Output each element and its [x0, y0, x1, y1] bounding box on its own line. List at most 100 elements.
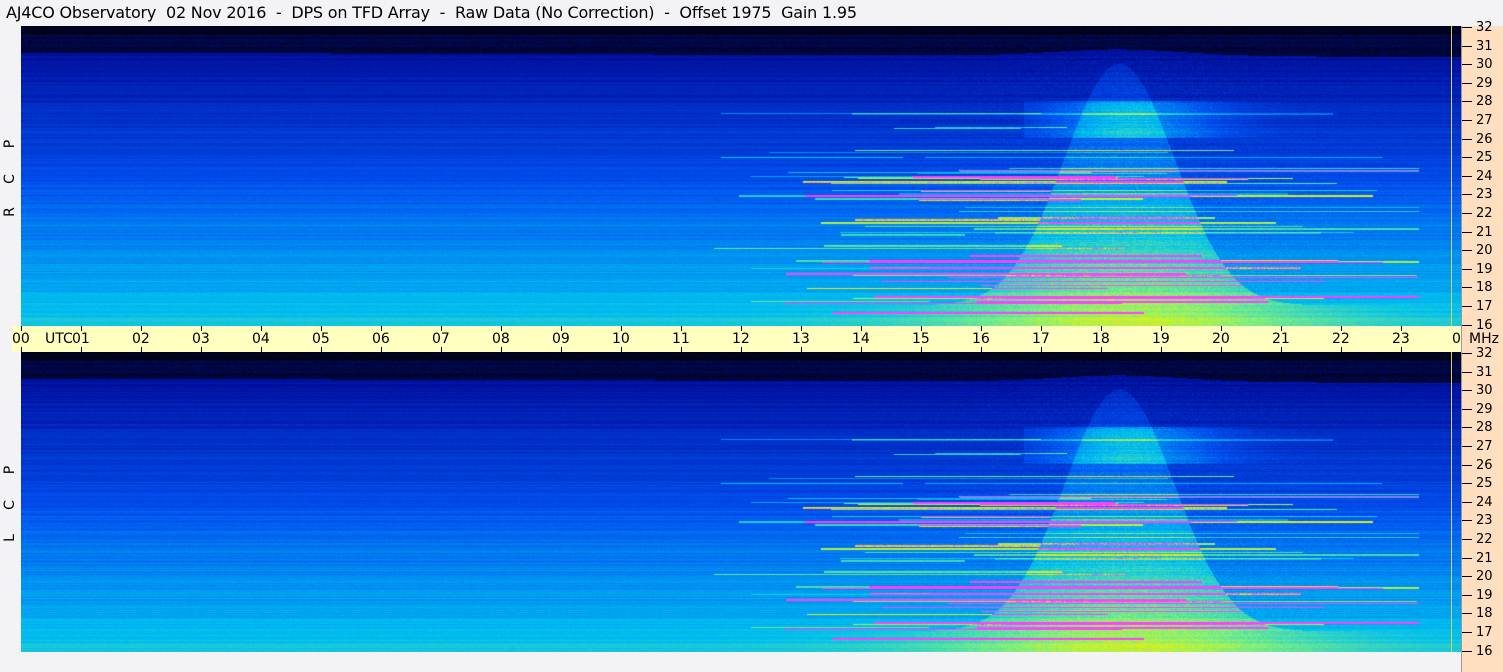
freq-tick-mark	[1462, 632, 1472, 633]
time-tick-mark	[861, 347, 862, 352]
freq-tick-label: 20	[1476, 569, 1493, 585]
freq-tick-label: 25	[1476, 150, 1493, 166]
time-tick-label: 03	[192, 331, 210, 347]
frequency-axis: 32 31 30 29 28 27 26 25 24 23 22 21 20 19 18 17 16 32 31 30…	[1461, 21, 1503, 672]
time-tick-label: 04	[252, 331, 270, 347]
freq-tick-label: 29	[1476, 401, 1493, 417]
freq-unit-label: MHz	[1469, 331, 1499, 347]
lcp-label: P C L	[0, 352, 21, 652]
time-tick-label: 19	[1152, 331, 1170, 347]
freq-tick-mark	[1462, 138, 1472, 140]
freq-tick-label: 30	[1476, 57, 1493, 73]
freq-tick-mark	[1462, 64, 1472, 66]
freq-tick-label: 28	[1476, 94, 1493, 110]
time-tick-mark	[1401, 347, 1402, 352]
freq-tick-mark	[1462, 557, 1472, 559]
rcp-letter: P	[2, 139, 18, 149]
freq-tick-mark	[1462, 120, 1472, 121]
time-tick-mark	[681, 347, 682, 352]
time-tick-label: 13	[792, 331, 810, 347]
freq-tick-label: 22	[1476, 206, 1493, 221]
freq-tick-label: 26	[1476, 131, 1493, 147]
time-tick-mark	[801, 347, 802, 352]
freq-tick-label: 16	[1476, 643, 1493, 659]
freq-tick-mark	[1462, 324, 1472, 326]
freq-tick-label: 32	[1476, 20, 1493, 35]
lcp-heatmap	[21, 352, 1461, 652]
freq-tick-label: 24	[1476, 494, 1493, 510]
time-tick-label: 17	[1032, 331, 1050, 347]
time-tick-label: 16	[972, 331, 990, 347]
time-tick-label: 22	[1332, 331, 1350, 347]
freq-tick-mark	[1462, 613, 1472, 615]
time-tick-mark	[21, 347, 22, 352]
time-tick-mark	[141, 347, 142, 352]
time-tick-mark	[561, 347, 562, 352]
freq-tick-mark	[1462, 213, 1472, 214]
freq-tick-mark	[1462, 306, 1472, 307]
marker-line	[1451, 26, 1452, 326]
time-tick-label: 00	[12, 331, 30, 347]
freq-tick-label: 21	[1476, 550, 1493, 566]
freq-tick-mark	[1462, 82, 1472, 84]
freq-tick-mark	[1462, 27, 1472, 28]
freq-tick-mark	[1462, 231, 1472, 233]
time-tick-label: 09	[552, 331, 570, 347]
time-tick-label: 02	[132, 331, 150, 347]
freq-tick-mark	[1462, 464, 1472, 466]
freq-tick-label: 25	[1476, 476, 1493, 492]
freq-tick-mark	[1462, 427, 1472, 429]
time-tick-label: 08	[492, 331, 510, 347]
time-tick-mark	[1341, 347, 1342, 352]
rcp-heatmap	[21, 26, 1461, 326]
time-tick-mark	[381, 347, 382, 352]
freq-tick-mark	[1462, 45, 1472, 47]
time-tick-label: 11	[672, 331, 690, 347]
time-tick-label: 18	[1092, 331, 1110, 347]
time-tick-label: 23	[1392, 331, 1410, 347]
time-tick-mark	[1221, 347, 1222, 352]
freq-tick-label: 31	[1476, 38, 1493, 54]
freq-tick-label: 22	[1476, 532, 1493, 547]
freq-tick-label: 32	[1476, 346, 1493, 361]
freq-tick-label: 18	[1476, 280, 1493, 296]
freq-tick-label: 29	[1476, 75, 1493, 91]
marker-line	[1451, 352, 1452, 652]
freq-tick-label: 24	[1476, 168, 1493, 184]
time-tick-mark	[201, 347, 202, 352]
rcp-spectrogram	[21, 26, 1461, 326]
time-tick-mark	[981, 347, 982, 352]
freq-tick-mark	[1462, 390, 1472, 392]
freq-tick-label: 21	[1476, 224, 1493, 240]
time-tick-label: 01	[72, 331, 90, 347]
lcp-letter: L	[2, 534, 18, 542]
time-tick-mark	[1281, 347, 1282, 352]
time-tick-mark	[1161, 347, 1162, 352]
freq-tick-mark	[1462, 501, 1472, 503]
lcp-letter: C	[2, 500, 18, 510]
time-tick-mark	[441, 347, 442, 352]
time-tick-mark	[261, 347, 262, 352]
freq-tick-mark	[1462, 483, 1472, 485]
freq-tick-label: 23	[1476, 187, 1493, 203]
freq-tick-label: 20	[1476, 243, 1493, 259]
time-tick-mark	[321, 347, 322, 352]
freq-tick-mark	[1462, 576, 1472, 578]
freq-tick-mark	[1462, 157, 1472, 159]
time-tick-mark	[621, 347, 622, 352]
chart-title: AJ4CO Observatory 02 Nov 2016 - DPS on T…	[6, 3, 857, 22]
freq-tick-mark	[1462, 520, 1472, 522]
freq-tick-label: 30	[1476, 383, 1493, 399]
freq-tick-mark	[1462, 539, 1472, 540]
time-tick-label: 12	[732, 331, 750, 347]
freq-tick-label: 16	[1476, 317, 1493, 333]
freq-tick-mark	[1462, 287, 1472, 289]
freq-tick-label: 19	[1476, 261, 1493, 277]
time-tick-label: 21	[1272, 331, 1290, 347]
freq-tick-mark	[1462, 371, 1472, 373]
freq-tick-label: 17	[1476, 299, 1493, 314]
freq-tick-label: 28	[1476, 420, 1493, 436]
freq-tick-mark	[1462, 101, 1472, 103]
time-tick-label: 10	[612, 331, 630, 347]
lcp-letter: P	[2, 465, 18, 475]
